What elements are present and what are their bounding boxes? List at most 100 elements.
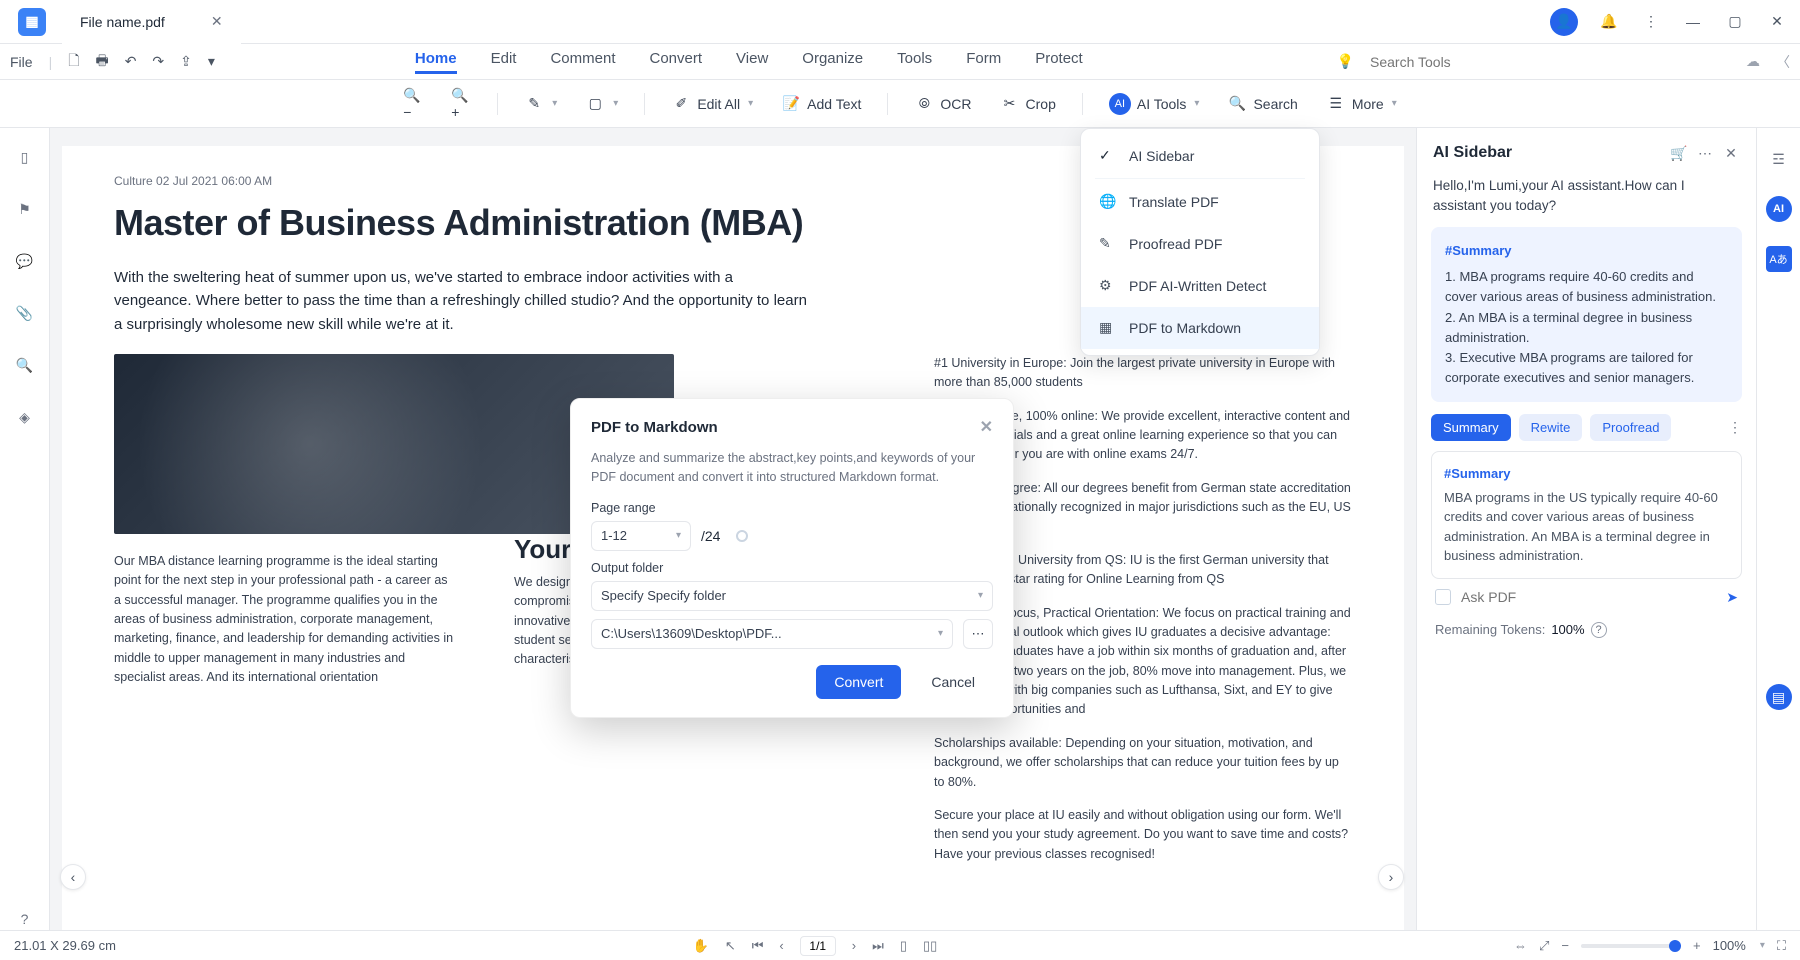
translate-rail-icon[interactable]: Aあ xyxy=(1766,246,1792,272)
ask-checkbox[interactable] xyxy=(1435,589,1451,605)
collapse-ribbon-icon[interactable]: 〈 xyxy=(1776,52,1790,72)
modal-close-icon[interactable]: ✕ xyxy=(980,417,993,437)
fullscreen-icon[interactable]: ⛶ xyxy=(1777,938,1786,954)
output-path-field[interactable]: C:\Users\13609\Desktop\PDF...▾ xyxy=(591,619,953,649)
close-tab-icon[interactable]: ✕ xyxy=(211,13,223,30)
zoom-out-button[interactable]: 🔍− xyxy=(397,90,429,118)
dd-pdf-markdown[interactable]: ▦PDF to Markdown xyxy=(1081,307,1319,349)
chip-more-icon[interactable]: ⋮ xyxy=(1728,419,1742,436)
document-tab[interactable]: File name.pdf ✕ xyxy=(62,0,241,44)
print-icon[interactable]: 🖶 xyxy=(95,50,108,74)
tab-home[interactable]: Home xyxy=(415,50,457,74)
settings-sliders-icon[interactable]: ☲ xyxy=(1766,146,1792,172)
select-tool-icon[interactable]: ↖ xyxy=(725,938,736,954)
first-page-icon[interactable]: ⏮ xyxy=(752,938,764,954)
convert-button[interactable]: Convert xyxy=(816,665,901,699)
layout-facing-icon[interactable]: ▯▯ xyxy=(923,938,937,954)
bell-icon[interactable]: 🔔 xyxy=(1598,11,1620,33)
hand-tool-icon[interactable]: ✋ xyxy=(693,938,709,954)
zoom-out-status-icon[interactable]: − xyxy=(1561,938,1569,953)
page-range-select[interactable]: 1-12▾ xyxy=(591,521,691,551)
fit-width-icon[interactable]: ⇔ xyxy=(1514,938,1527,953)
save-icon[interactable]: 🗋 xyxy=(68,50,79,74)
tab-comment[interactable]: Comment xyxy=(550,50,615,74)
crop-button[interactable]: ✂Crop xyxy=(994,90,1062,118)
doc-dimensions: 21.01 X 29.69 cm xyxy=(14,938,116,953)
add-text-button[interactable]: 📝Add Text xyxy=(775,90,867,118)
doc-colC-7: Secure your place at IU easily and witho… xyxy=(934,806,1352,864)
cart-icon[interactable]: 🛒 xyxy=(1670,145,1688,162)
output-folder-select[interactable]: Specify Specify folder▾ xyxy=(591,581,993,611)
send-icon[interactable]: ➤ xyxy=(1726,589,1738,606)
zoom-level: 100% xyxy=(1713,938,1746,953)
tab-convert[interactable]: Convert xyxy=(650,50,703,74)
tab-tools[interactable]: Tools xyxy=(897,50,932,74)
undo-icon[interactable]: ↶ xyxy=(125,53,137,70)
help-icon[interactable]: ? xyxy=(14,908,36,930)
ocr-button[interactable]: ⦾OCR xyxy=(908,90,977,118)
ai-rail-icon[interactable]: AI xyxy=(1766,196,1792,222)
dd-ai-sidebar[interactable]: ✓AI Sidebar xyxy=(1081,135,1319,176)
chip-rewrite[interactable]: Rewite xyxy=(1519,414,1583,441)
tokens-help-icon[interactable]: ? xyxy=(1591,622,1607,638)
tab-view[interactable]: View xyxy=(736,50,768,74)
chip-proofread[interactable]: Proofread xyxy=(1590,414,1671,441)
fit-page-icon[interactable]: ⤢ xyxy=(1539,938,1549,954)
next-page-floating[interactable]: › xyxy=(1378,864,1404,890)
last-page-icon[interactable]: ⏭ xyxy=(872,938,884,954)
ai-more-icon[interactable]: ⋯ xyxy=(1696,145,1714,162)
kebab-icon[interactable]: ⋮ xyxy=(1640,11,1662,33)
minimize-icon[interactable]: — xyxy=(1682,11,1704,33)
tokens-label: Remaining Tokens: xyxy=(1435,622,1545,637)
edit-all-button[interactable]: ✐Edit All▾ xyxy=(665,90,759,118)
page-number-input[interactable] xyxy=(800,936,836,956)
highlight-button[interactable]: ✎▾ xyxy=(518,90,563,118)
tab-protect[interactable]: Protect xyxy=(1035,50,1083,74)
tokens-pct: 100% xyxy=(1551,622,1584,637)
next-page-icon[interactable]: › xyxy=(852,938,856,953)
bookmark-icon[interactable]: ⚑ xyxy=(14,198,36,220)
idea-icon[interactable]: 💡 xyxy=(1337,53,1354,70)
ai-close-icon[interactable]: ✕ xyxy=(1722,145,1740,162)
cancel-button[interactable]: Cancel xyxy=(913,665,993,699)
zoom-slider[interactable] xyxy=(1581,944,1681,948)
layers-icon[interactable]: ◈ xyxy=(14,406,36,428)
redo-icon[interactable]: ↷ xyxy=(152,53,164,70)
comment-icon[interactable]: 💬 xyxy=(14,250,36,272)
more-quick-icon[interactable]: ▾ xyxy=(208,53,215,70)
zoom-in-button[interactable]: 🔍+ xyxy=(445,90,477,118)
tab-form[interactable]: Form xyxy=(966,50,1001,74)
shape-button[interactable]: ▢▾ xyxy=(579,90,624,118)
chip-summary[interactable]: Summary xyxy=(1431,414,1511,441)
attachment-icon[interactable]: 📎 xyxy=(14,302,36,324)
dd-translate[interactable]: 🌐Translate PDF xyxy=(1081,181,1319,223)
layout-single-icon[interactable]: ▯ xyxy=(900,938,907,954)
zoom-in-status-icon[interactable]: + xyxy=(1693,938,1701,953)
range-radio[interactable] xyxy=(736,530,748,542)
search-button[interactable]: 🔍Search xyxy=(1221,90,1303,118)
maximize-icon[interactable]: ▢ xyxy=(1724,11,1746,33)
prev-page-icon[interactable]: ‹ xyxy=(779,938,783,953)
page-thumb-icon[interactable]: ▯ xyxy=(14,146,36,168)
dd-ai-detect[interactable]: ⚙PDF AI-Written Detect xyxy=(1081,265,1319,307)
app-logo[interactable]: ▦ xyxy=(18,8,46,36)
tab-organize[interactable]: Organize xyxy=(802,50,863,74)
ask-pdf-input[interactable] xyxy=(1461,589,1716,605)
more-button[interactable]: ☰More▾ xyxy=(1320,90,1403,118)
browse-path-button[interactable]: ⋯ xyxy=(963,619,993,649)
ai-tools-dropdown: ✓AI Sidebar 🌐Translate PDF ✎Proofread PD… xyxy=(1080,128,1320,356)
user-avatar[interactable]: 👤 xyxy=(1550,8,1578,36)
page-range-label: Page range xyxy=(591,501,993,515)
search-tools-input[interactable] xyxy=(1370,54,1510,70)
search-rail-icon[interactable]: 🔍 xyxy=(14,354,36,376)
chat-rail-icon[interactable]: ▤ xyxy=(1766,684,1792,710)
prev-page-floating[interactable]: ‹ xyxy=(60,864,86,890)
cloud-upload-icon[interactable]: ☁ xyxy=(1746,53,1760,70)
dd-proofread[interactable]: ✎Proofread PDF xyxy=(1081,223,1319,265)
ai-tools-button[interactable]: AIAI Tools▾ xyxy=(1103,89,1206,119)
window-close-icon[interactable]: ✕ xyxy=(1766,11,1788,33)
ai-sidebar: AI Sidebar 🛒 ⋯ ✕ Hello,I'm Lumi,your AI … xyxy=(1416,128,1756,930)
tab-edit[interactable]: Edit xyxy=(491,50,517,74)
file-menu[interactable]: File xyxy=(10,54,33,70)
share-icon[interactable]: ⇪ xyxy=(180,53,192,70)
